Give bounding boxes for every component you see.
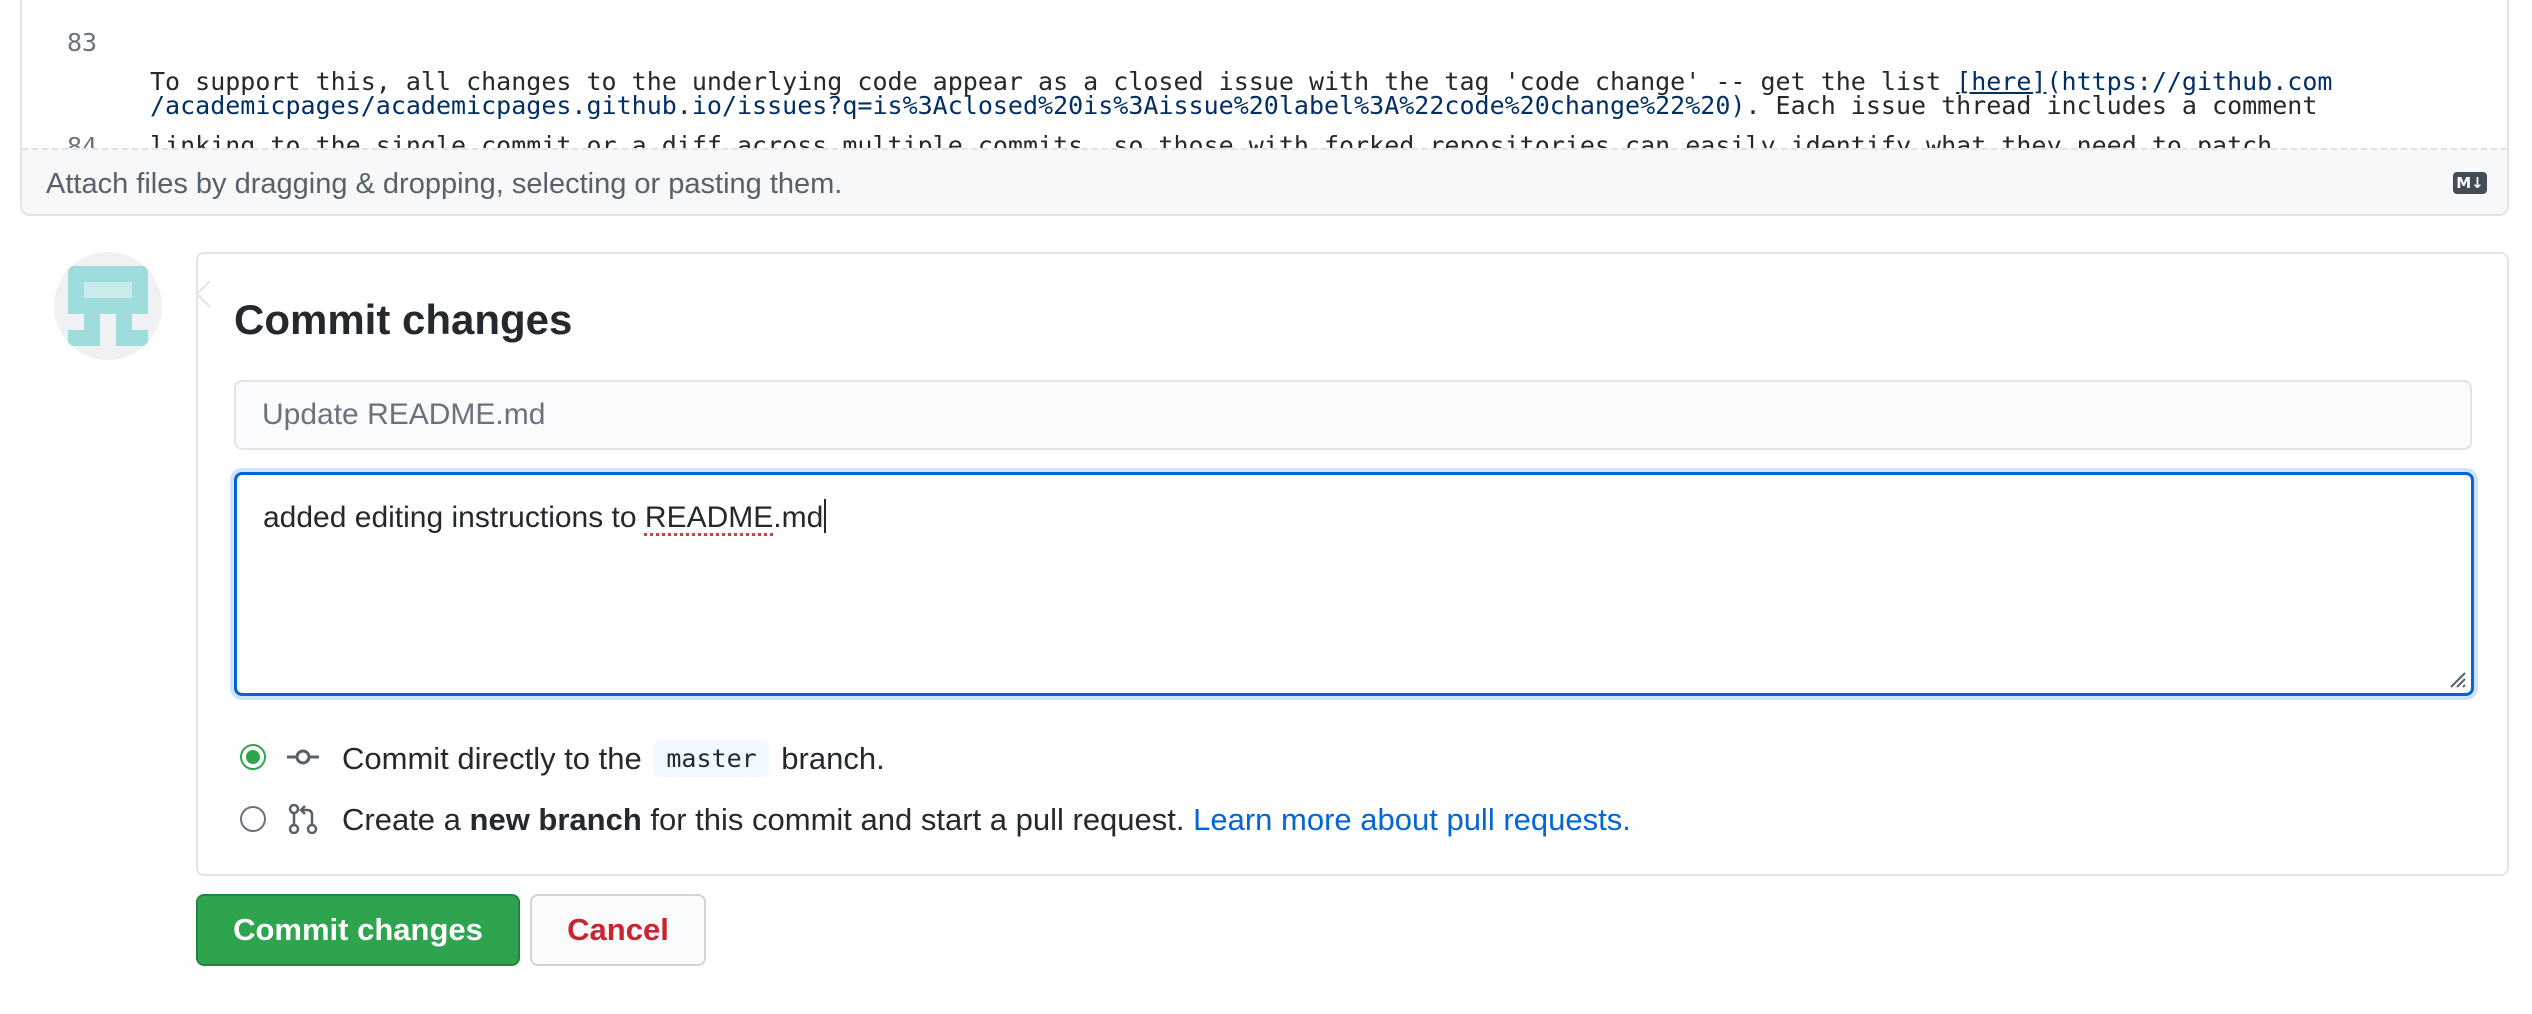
option-text: Create a bbox=[342, 802, 470, 837]
learn-more-pull-requests-link[interactable]: Learn more about pull requests. bbox=[1193, 802, 1631, 837]
commit-summary-input[interactable] bbox=[234, 380, 2472, 450]
resize-handle-icon[interactable] bbox=[2443, 665, 2467, 689]
option-text: branch. bbox=[772, 741, 885, 776]
option-commit-direct-label: Commit directly to the master branch. bbox=[342, 740, 885, 777]
cancel-button[interactable]: Cancel bbox=[530, 894, 706, 966]
avatar[interactable] bbox=[54, 252, 162, 360]
option-new-branch-label: Create a new branch for this commit and … bbox=[342, 802, 1631, 838]
file-editor: 83 To support this, all changes to the u… bbox=[20, 0, 2509, 216]
markdown-icon[interactable]: M↓ bbox=[2453, 172, 2487, 194]
option-text: Commit directly to the bbox=[342, 741, 651, 776]
speech-caret bbox=[195, 280, 210, 308]
radio-commit-direct[interactable] bbox=[240, 744, 266, 770]
radio-new-branch[interactable] bbox=[240, 806, 266, 832]
text-cursor bbox=[824, 499, 827, 533]
option-text: for this commit and start a pull request… bbox=[641, 802, 1194, 837]
commit-changes-button[interactable]: Commit changes bbox=[196, 894, 520, 966]
commit-description-textarea[interactable]: added editing instructions to README.md bbox=[234, 472, 2474, 696]
description-misspelled-word: README bbox=[644, 501, 774, 534]
commit-description-text: added editing instructions to README.md bbox=[263, 499, 827, 535]
code-area[interactable]: 83 To support this, all changes to the u… bbox=[22, 0, 2507, 161]
attach-files-text: Attach files by dragging & dropping, sel… bbox=[46, 168, 843, 200]
description-text-part: added editing instructions to bbox=[263, 501, 645, 534]
git-commit-icon bbox=[287, 749, 319, 765]
identicon-avatar bbox=[68, 266, 148, 346]
attach-files-bar[interactable]: Attach files by dragging & dropping, sel… bbox=[22, 148, 2507, 214]
commit-title: Commit changes bbox=[234, 296, 573, 343]
git-pull-request-icon bbox=[288, 804, 318, 834]
branch-name: master bbox=[654, 740, 769, 777]
option-text-bold: new branch bbox=[469, 802, 642, 837]
description-text-part: .md bbox=[773, 501, 824, 534]
